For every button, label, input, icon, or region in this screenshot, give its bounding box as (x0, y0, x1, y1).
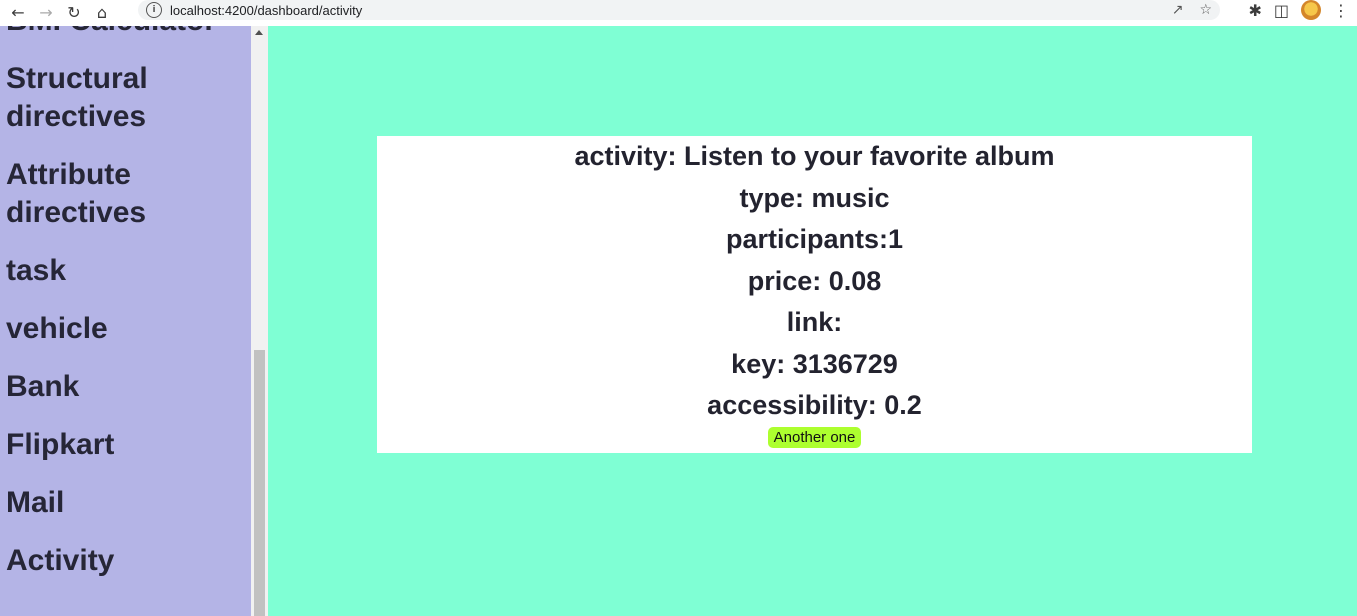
activity-key: key: 3136729 (731, 348, 898, 379)
info-icon[interactable]: i (146, 2, 162, 18)
sidebar-nav: BMI Calculator Structural directives Att… (6, 26, 246, 600)
url-text[interactable]: localhost:4200/dashboard/activity (170, 3, 362, 18)
sidebar-item-attribute-directives[interactable]: Attribute directives (6, 156, 246, 232)
sidebar-item-activity[interactable]: Activity (6, 542, 246, 580)
home-icon[interactable]: ⌂ (88, 2, 116, 24)
scrollbar-thumb[interactable] (254, 350, 265, 616)
activity-accessibility: accessibility: 0.2 (707, 390, 922, 420)
browser-toolbar: ← → ↻ ⌂ i localhost:4200/dashboard/activ… (0, 0, 1357, 27)
extensions-icon[interactable]: ✱ (1248, 1, 1261, 20)
activity-text: activity: Listen to your favorite album (574, 141, 1055, 171)
profile-avatar[interactable] (1301, 0, 1321, 20)
menu-kebab-icon[interactable]: ⋮ (1333, 1, 1349, 20)
sidebar-item-task[interactable]: task (6, 252, 246, 290)
star-icon[interactable]: ☆ (1199, 2, 1212, 18)
sidebar-item-flipkart[interactable]: Flipkart (6, 426, 246, 464)
sidebar: BMI Calculator Structural directives Att… (0, 26, 251, 616)
sidebar-item-bank[interactable]: Bank (6, 368, 246, 406)
address-bar[interactable]: i localhost:4200/dashboard/activity ↗ ☆ (138, 0, 1220, 20)
sidebar-item-vehicle[interactable]: vehicle (6, 310, 246, 348)
activity-participants: participants:1 (725, 224, 904, 254)
sidebar-scrollbar[interactable] (251, 26, 268, 616)
reload-icon[interactable]: ↻ (60, 2, 88, 24)
sidebar-item-structural-directives[interactable]: Structural directives (6, 60, 246, 136)
main-content: activity: Listen to your favorite album … (268, 26, 1357, 616)
share-icon[interactable]: ↗ (1172, 2, 1184, 18)
forward-arrow-icon[interactable]: → (32, 2, 60, 24)
sidebar-item-bmi-calculator[interactable]: BMI Calculator (6, 26, 246, 40)
back-arrow-icon[interactable]: ← (4, 2, 32, 24)
scroll-up-arrow-icon[interactable] (255, 30, 263, 35)
side-panel-icon[interactable]: ◫ (1274, 1, 1289, 20)
activity-price: price: 0.08 (747, 265, 882, 296)
activity-card: activity: Listen to your favorite album … (377, 136, 1252, 453)
activity-type: type: music (739, 182, 890, 213)
another-one-button[interactable]: Another one (767, 426, 862, 448)
activity-link: link: (786, 307, 843, 337)
sidebar-item-mail[interactable]: Mail (6, 484, 246, 522)
